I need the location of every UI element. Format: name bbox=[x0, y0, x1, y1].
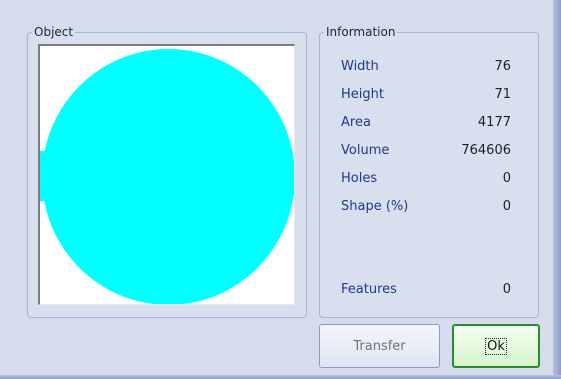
shape-value: 0 bbox=[502, 199, 511, 214]
window-right-edge bbox=[553, 0, 561, 379]
ok-button-label: Ok bbox=[485, 337, 507, 355]
area-label: Area bbox=[341, 115, 371, 130]
object-preview-canvas bbox=[38, 44, 295, 305]
object-panel-title: Object bbox=[34, 25, 74, 39]
width-label: Width bbox=[341, 59, 379, 74]
object-blob-shape bbox=[42, 49, 294, 304]
object-blob-edge bbox=[40, 151, 46, 201]
shape-label: Shape (%) bbox=[341, 199, 409, 214]
ok-button[interactable]: Ok bbox=[452, 324, 540, 368]
transfer-button[interactable]: Transfer bbox=[319, 324, 440, 368]
volume-value: 764606 bbox=[461, 143, 511, 158]
area-value: 4177 bbox=[477, 115, 511, 130]
holes-label: Holes bbox=[341, 171, 378, 186]
features-label: Features bbox=[341, 282, 397, 297]
width-value: 76 bbox=[494, 59, 511, 74]
features-value: 0 bbox=[502, 282, 511, 297]
height-label: Height bbox=[341, 87, 384, 102]
height-value: 71 bbox=[494, 87, 511, 102]
volume-label: Volume bbox=[341, 143, 390, 158]
information-panel-title: Information bbox=[326, 25, 396, 39]
holes-value: 0 bbox=[502, 171, 511, 186]
window-bottom-edge bbox=[0, 375, 561, 379]
